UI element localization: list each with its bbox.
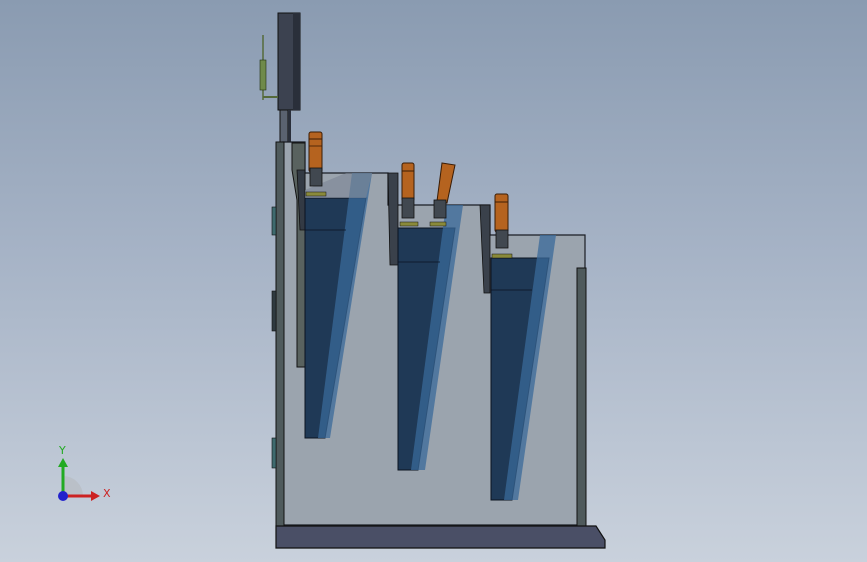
chamber-bracket-2 (387, 172, 399, 266)
right-wall (576, 267, 587, 527)
x-axis-label: X (103, 487, 111, 500)
control-mast (277, 12, 301, 143)
wall-clamp-icons (271, 206, 277, 469)
y-axis-label: Y (59, 444, 66, 457)
cad-viewport[interactable]: Y X (0, 0, 867, 562)
wash-tank-assembly[interactable] (0, 0, 867, 562)
valve-icon (259, 35, 278, 100)
left-wall (275, 141, 285, 528)
base-plate (275, 525, 606, 549)
coordinate-triad-icon (58, 458, 100, 501)
